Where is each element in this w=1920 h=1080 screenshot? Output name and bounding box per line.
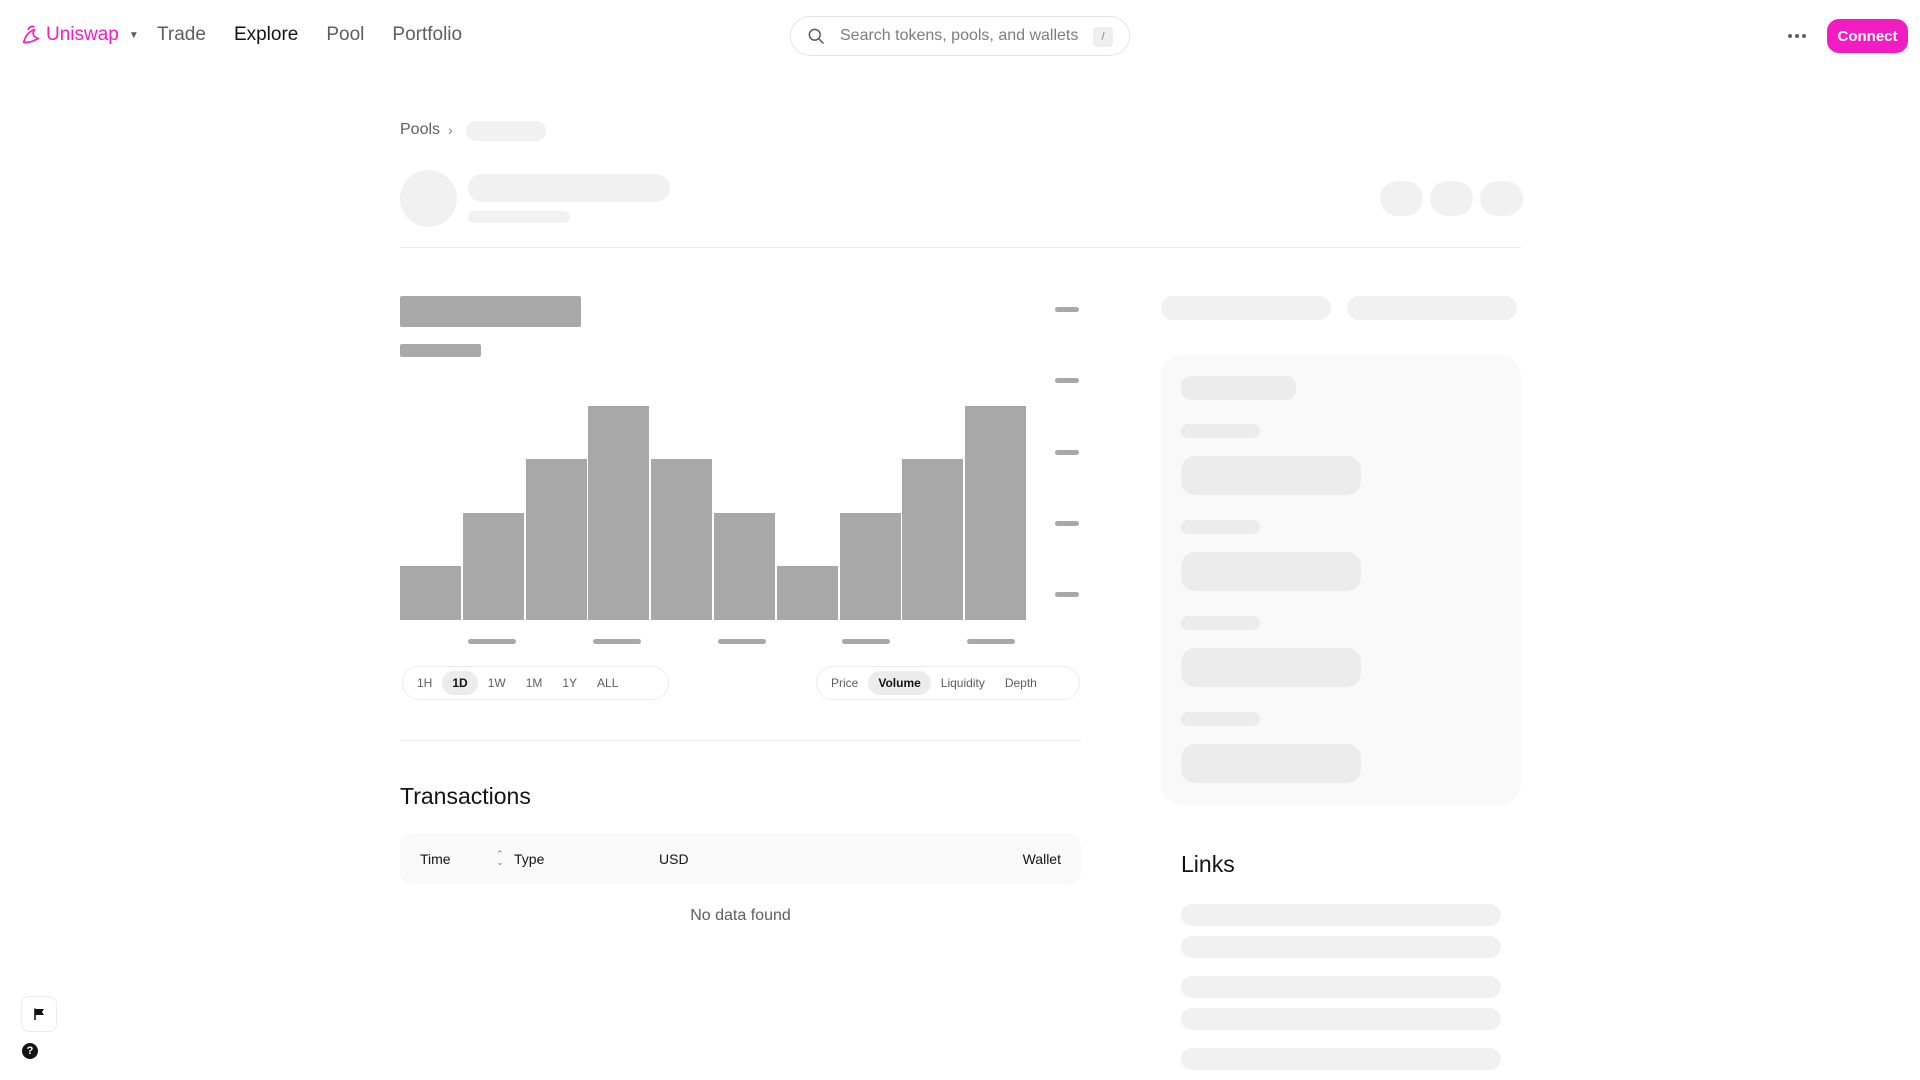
time-range-all[interactable]: ALL bbox=[587, 671, 628, 695]
unicorn-logo-icon bbox=[22, 25, 40, 44]
x-axis-tick-placeholder bbox=[842, 639, 890, 644]
volume-bar bbox=[400, 566, 461, 620]
help-icon[interactable]: ? bbox=[22, 1043, 38, 1059]
time-range-1w[interactable]: 1W bbox=[478, 671, 516, 695]
sort-icon[interactable]: ⌃ ⌄ bbox=[496, 850, 504, 867]
pool-title-placeholder bbox=[468, 174, 670, 202]
stat-value-placeholder bbox=[1181, 552, 1361, 591]
chart-type-price[interactable]: Price bbox=[821, 671, 868, 695]
caret-down-icon: ▼ bbox=[128, 29, 139, 41]
action-button-placeholder bbox=[1430, 181, 1473, 216]
stat-label-placeholder bbox=[1181, 712, 1260, 726]
volume-bar-chart bbox=[400, 295, 1080, 650]
chart-type-selector: Price Volume Liquidity Depth bbox=[816, 666, 1080, 700]
chart-divider bbox=[400, 740, 1081, 741]
nav-link-trade[interactable]: Trade bbox=[157, 24, 206, 46]
volume-bar bbox=[588, 405, 650, 620]
action-button-placeholder bbox=[1480, 181, 1523, 216]
top-navbar: Uniswap ▼ Trade Explore Pool Portfolio S… bbox=[0, 0, 1920, 72]
link-row-placeholder bbox=[1181, 1048, 1501, 1070]
flag-icon bbox=[34, 1008, 44, 1020]
chevron-right-icon: › bbox=[448, 122, 453, 138]
breadcrumb-pools-link[interactable]: Pools bbox=[400, 121, 440, 139]
pool-subtitle-placeholder bbox=[468, 211, 570, 223]
x-axis-tick-placeholder bbox=[593, 639, 641, 644]
time-range-1d[interactable]: 1D bbox=[442, 671, 478, 695]
no-data-message: No data found bbox=[690, 907, 791, 924]
x-axis-tick-placeholder bbox=[967, 639, 1015, 644]
links-title: Links bbox=[1181, 851, 1235, 877]
stat-value-placeholder bbox=[1181, 744, 1361, 783]
action-button-placeholder bbox=[1380, 181, 1423, 216]
volume-bar bbox=[462, 512, 524, 620]
brand-name: Uniswap bbox=[46, 24, 119, 45]
volume-bar bbox=[776, 566, 838, 620]
chart-type-liquidity[interactable]: Liquidity bbox=[931, 671, 995, 695]
transactions-title: Transactions bbox=[400, 783, 531, 809]
link-row-placeholder bbox=[1181, 1008, 1501, 1030]
breadcrumb: Pools › bbox=[400, 121, 453, 139]
pool-avatar-placeholder bbox=[400, 170, 457, 227]
transactions-table-header: Time ⌃ ⌄ Type USD Wallet bbox=[400, 834, 1081, 884]
volume-bar bbox=[525, 459, 587, 620]
x-axis-tick-placeholder bbox=[468, 639, 516, 644]
nav-links: Trade Explore Pool Portfolio bbox=[157, 24, 462, 46]
volume-bar bbox=[902, 459, 964, 620]
header-divider bbox=[400, 247, 1521, 248]
nav-link-explore[interactable]: Explore bbox=[234, 24, 298, 46]
chart-type-depth[interactable]: Depth bbox=[995, 671, 1047, 695]
nav-link-pool[interactable]: Pool bbox=[326, 24, 364, 46]
column-type[interactable]: Type bbox=[514, 851, 544, 867]
volume-bar bbox=[965, 405, 1027, 620]
link-row-placeholder bbox=[1181, 976, 1501, 998]
breadcrumb-pool-placeholder bbox=[466, 121, 546, 141]
column-time[interactable]: Time bbox=[420, 851, 451, 867]
volume-bar bbox=[714, 512, 775, 620]
x-axis-tick-placeholder bbox=[718, 639, 766, 644]
time-range-1y[interactable]: 1Y bbox=[552, 671, 587, 695]
stat-label-placeholder bbox=[1181, 616, 1260, 630]
uniswap-logo-menu[interactable]: Uniswap ▼ bbox=[20, 24, 139, 46]
stat-label-placeholder bbox=[1181, 520, 1260, 534]
link-row-placeholder bbox=[1181, 904, 1501, 926]
time-range-selector: 1H 1D 1W 1M 1Y ALL bbox=[402, 666, 669, 700]
search-placeholder: Search tokens, pools, and wallets bbox=[840, 27, 1079, 44]
feature-flags-button[interactable] bbox=[21, 996, 57, 1032]
token-tab-placeholder bbox=[1347, 296, 1517, 320]
stat-value-placeholder bbox=[1181, 648, 1361, 687]
column-usd: USD bbox=[659, 851, 689, 867]
more-options-icon[interactable] bbox=[1786, 25, 1808, 47]
search-shortcut-key: / bbox=[1093, 27, 1113, 47]
token-tab-placeholder bbox=[1161, 296, 1331, 320]
time-range-1m[interactable]: 1M bbox=[516, 671, 553, 695]
search-icon bbox=[808, 28, 824, 44]
time-range-1h[interactable]: 1H bbox=[407, 671, 442, 695]
stat-value-placeholder bbox=[1181, 456, 1361, 495]
volume-bar bbox=[651, 459, 713, 620]
stats-title-placeholder bbox=[1181, 376, 1296, 400]
connect-button[interactable]: Connect bbox=[1827, 19, 1908, 53]
volume-bar bbox=[839, 512, 901, 620]
chart-type-volume[interactable]: Volume bbox=[868, 671, 931, 695]
nav-link-portfolio[interactable]: Portfolio bbox=[392, 24, 462, 46]
column-wallet: Wallet bbox=[1022, 851, 1061, 867]
stat-label-placeholder bbox=[1181, 424, 1260, 438]
link-row-placeholder bbox=[1181, 936, 1501, 958]
search-input[interactable]: Search tokens, pools, and wallets / bbox=[790, 16, 1130, 56]
